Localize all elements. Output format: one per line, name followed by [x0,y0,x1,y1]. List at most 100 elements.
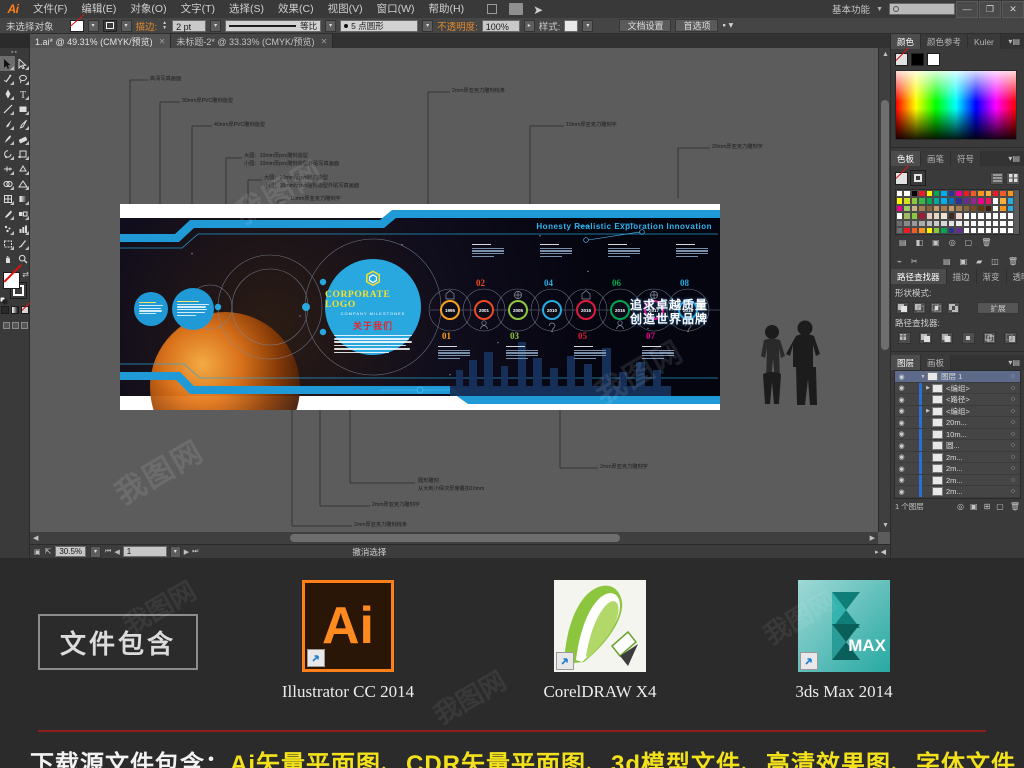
swatch-cell[interactable] [910,204,919,213]
swatch-cell[interactable] [918,212,926,220]
artboard-number-input[interactable]: 1 [122,546,167,557]
exclude-icon[interactable] [947,302,960,315]
swatch-cell[interactable] [977,197,985,205]
swatch-cell[interactable] [947,190,956,198]
symbol-sprayer-tool[interactable] [0,221,15,236]
artboard[interactable]: CORPORATE LOGO COMPANY MILESTONES 关于我们 1… [120,204,720,410]
layer-target-icon[interactable]: ○ [1006,385,1020,392]
fill-stroke-indicator[interactable]: ⇄ [0,270,30,305]
layer-target-icon[interactable]: ○ [1006,488,1020,495]
unite-icon[interactable] [896,302,909,315]
swatch-cell[interactable] [1006,190,1015,198]
swatch-cell[interactable] [925,204,933,213]
transform-icon[interactable]: ▣ [960,257,968,266]
status-chevron-icon[interactable]: ▸ ◀ [875,548,886,556]
swatch-cell[interactable] [940,212,948,220]
swatches-fill-indicator[interactable] [910,170,926,186]
pencil-tool[interactable] [15,116,30,131]
swatch-cell[interactable] [1006,219,1015,227]
swatch-cell[interactable] [925,219,933,227]
minimize-button[interactable]: — [956,0,978,18]
artboard-tool[interactable] [0,236,15,251]
layer-row[interactable]: ◉ 圆... ○ [895,440,1020,452]
delete-layer-icon[interactable]: 🗑 [1010,502,1020,511]
next-artboard-icon[interactable]: ▶ [184,548,189,556]
layer-visibility-icon[interactable]: ◉ [895,384,908,392]
layer-target-icon[interactable]: ○ [1006,454,1020,461]
menu-file[interactable]: 文件(F) [26,0,74,18]
swatch-cell[interactable] [999,212,1007,220]
menu-window[interactable]: 窗口(W) [370,0,422,18]
swatches-panel-menu-icon[interactable]: ▾▤ [1004,151,1024,166]
symbols-icon[interactable]: ✂ [911,257,918,266]
selection-tool[interactable] [0,56,15,71]
none-mode-button[interactable] [21,306,29,314]
menu-select[interactable]: 选择(S) [222,0,271,18]
swatch-cell[interactable] [910,226,919,235]
swatch-cell[interactable] [932,204,941,213]
toolbar-grip[interactable]: ▪▪ [0,48,29,56]
column-graph-tool[interactable] [15,221,30,236]
normal-screen-mode-button[interactable] [2,322,10,329]
layer-row[interactable]: ◉ 10m... ○ [895,428,1020,441]
swatch-cell[interactable] [977,219,985,227]
horizontal-scrollbar[interactable]: ◀ ▶ [30,532,878,544]
lasso-tool[interactable] [15,71,30,86]
scroll-up-icon[interactable]: ▲ [882,51,889,58]
vertical-scroll-thumb[interactable] [881,100,889,350]
trash-icon[interactable]: 🗑 [1008,257,1018,266]
bridge-icon[interactable]: ➤ [533,3,547,17]
paintbrush-tool[interactable] [0,116,15,131]
swatch-cell[interactable] [932,226,941,235]
fill-indicator[interactable] [3,272,20,289]
locate-object-icon[interactable]: ◎ [957,502,964,511]
swatch-options-icon[interactable]: ◎ [949,238,956,247]
swatch-cell[interactable] [947,226,956,235]
blend-tool[interactable] [15,206,30,221]
swatch-cell[interactable] [977,190,985,198]
swatch-cell[interactable] [910,212,919,220]
slice-tool[interactable] [15,236,30,251]
tab-brushes[interactable]: 画笔 [921,151,952,166]
zoom-tool[interactable] [15,251,30,266]
swatch-cell[interactable] [962,197,970,205]
prev-artboard-icon[interactable]: ◀ [114,548,119,556]
swatch-cell[interactable] [940,204,948,213]
align-overflow-icon[interactable]: ▪ ▾ [722,20,733,31]
swatch-cell[interactable] [896,212,904,220]
swatch-cell[interactable] [896,219,904,227]
layer-visibility-icon[interactable]: ◉ [895,373,908,381]
color-black-swatch[interactable] [911,53,924,66]
swap-fill-stroke-icon[interactable]: ⇄ [22,270,29,279]
swatch-cell[interactable] [955,197,963,205]
layer-row[interactable]: ◉ <路径> ○ [895,394,1020,406]
tab-document-2-close-icon[interactable]: ✕ [321,37,328,46]
fill-dropdown-icon[interactable]: ▾ [87,19,99,32]
layer-visibility-icon[interactable]: ◉ [895,407,908,415]
scale-tool[interactable] [15,146,30,161]
layer-expand-icon[interactable]: ▶ [924,408,932,414]
swatch-cell[interactable] [903,197,911,205]
horizontal-scroll-thumb[interactable] [290,534,620,542]
swatch-cell[interactable] [992,212,1000,220]
tab-gradient[interactable]: 渐变 [976,269,1007,285]
swatch-cell[interactable] [918,204,926,213]
graphic-style-swatch[interactable] [564,19,579,32]
layer-target-icon[interactable]: ○ [1006,477,1020,484]
gradient-tool[interactable] [15,191,30,206]
shape-builder-tool[interactable] [0,176,15,191]
workspace-chevron-down-icon[interactable]: ▼ [876,6,883,13]
layer-visibility-icon[interactable]: ◉ [895,442,908,450]
layer-row[interactable]: ◉ 2m... ○ [895,486,1020,498]
layer-visibility-icon[interactable]: ◉ [895,453,908,461]
stroke-weight-dropdown-icon[interactable]: ▾ [210,19,222,32]
preferences-button[interactable]: 首选项 [675,19,719,32]
rectangle-tool[interactable] [15,101,30,116]
swatch-cell[interactable] [962,219,970,227]
outline-icon[interactable] [982,332,996,345]
layer-visibility-icon[interactable]: ◉ [895,465,908,473]
swatch-cell[interactable] [999,226,1007,235]
stroke-color-swatch[interactable] [102,19,117,32]
swatch-cell[interactable] [910,197,919,205]
zoom-level-input[interactable]: 30.5% [55,546,87,557]
